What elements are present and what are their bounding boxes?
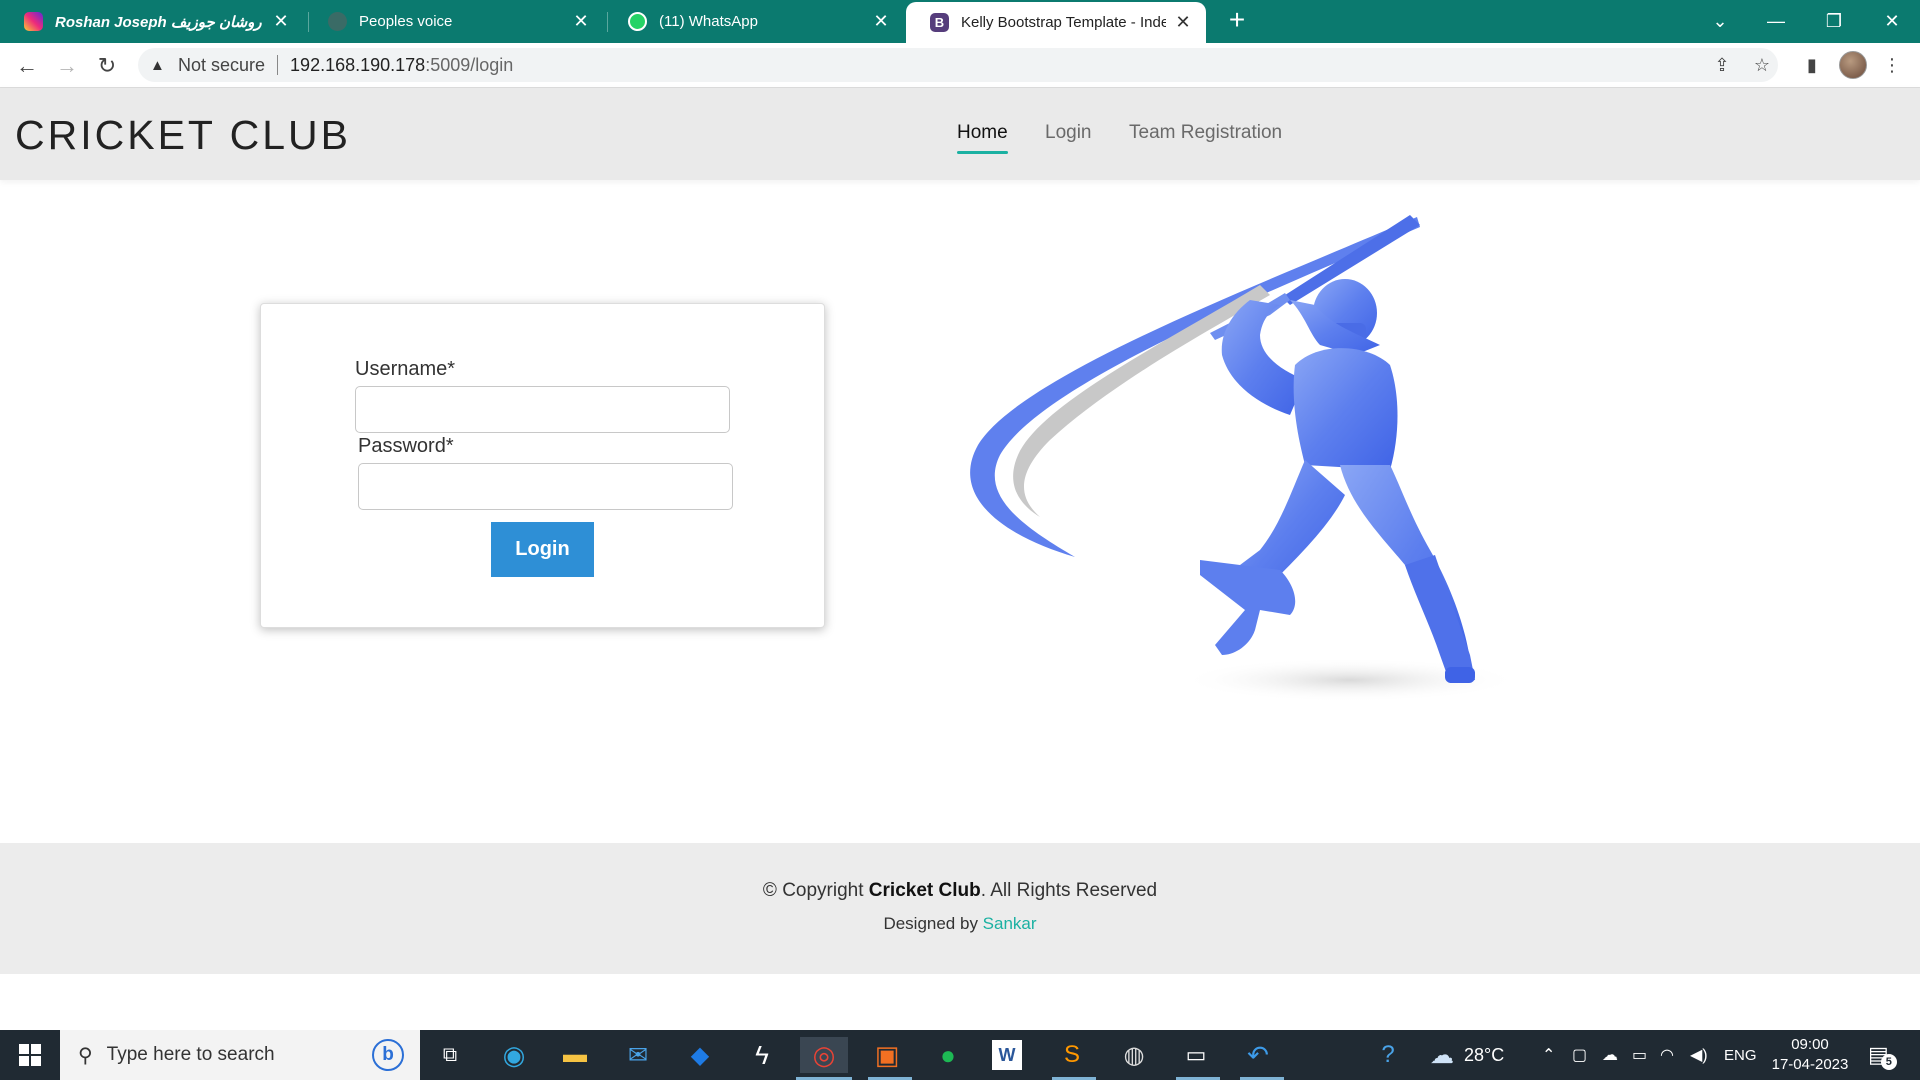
copyright-suffix: . All Rights Reserved: [980, 880, 1158, 901]
help-icon[interactable]: ?: [1370, 1037, 1406, 1073]
restore-button[interactable]: ❐: [1806, 0, 1862, 43]
username-input[interactable]: [355, 386, 730, 433]
cricket-batsman-illustration: [970, 215, 1520, 702]
divider: [277, 55, 279, 75]
tab-whatsapp[interactable]: (11) WhatsApp ✕: [604, 0, 904, 43]
security-label[interactable]: Not secure: [178, 55, 265, 76]
credits-text: Designed by Sankar: [0, 914, 1920, 934]
nav-home[interactable]: Home: [957, 122, 1008, 154]
arm-left: [1221, 300, 1305, 415]
login-submit-button[interactable]: Login: [491, 522, 594, 577]
browser-toolbar: ← → ↻ ▲ Not secure 192.168.190.178 :5009…: [0, 43, 1920, 88]
close-icon[interactable]: ✕: [570, 11, 592, 32]
cloud-icon: ☁: [1430, 1041, 1454, 1069]
wifi-icon[interactable]: ◠: [1660, 1030, 1674, 1080]
dropbox-icon[interactable]: ◆: [682, 1037, 718, 1073]
password-label: Password*: [358, 435, 454, 457]
designer-link[interactable]: Sankar: [983, 914, 1037, 933]
tab-instagram[interactable]: Roshan Joseph روشان جوزيف 🤍 ✕: [0, 0, 304, 43]
word-icon[interactable]: W: [992, 1040, 1022, 1070]
tab-peoples-voice[interactable]: Peoples voice ✕: [304, 0, 604, 43]
url-path: :5009/login: [425, 54, 514, 75]
clock-time: 09:00: [1791, 1036, 1829, 1053]
sublime-text-icon[interactable]: S: [1054, 1037, 1090, 1073]
tray-chevron-icon[interactable]: ⌃: [1542, 1030, 1555, 1080]
profile-avatar[interactable]: [1839, 51, 1867, 79]
tab-search-icon[interactable]: ⌄: [1692, 0, 1748, 43]
whatsapp-icon: [628, 12, 647, 31]
torso: [1293, 348, 1398, 470]
media-player-icon[interactable]: ◍: [1116, 1037, 1152, 1073]
globe-icon: [328, 12, 347, 31]
site-header: CRICKET CLUB Home Login Team Registratio…: [0, 88, 1920, 180]
app-bolt-icon[interactable]: ϟ: [744, 1037, 780, 1073]
mail-icon[interactable]: ✉: [620, 1037, 656, 1073]
password-input[interactable]: [358, 463, 733, 510]
clock-date: 17-04-2023: [1771, 1056, 1849, 1073]
close-icon[interactable]: ✕: [870, 11, 892, 32]
chrome-icon[interactable]: ◎: [800, 1037, 848, 1073]
weather-temp: 28°C: [1464, 1044, 1505, 1065]
tab-title: (11) WhatsApp: [659, 13, 758, 30]
url-host: 192.168.190.178: [290, 54, 426, 75]
windows-taskbar: ⚲ Type here to search b ⧉ ◉ ▬ ✉ ◆ ϟ ◎ ▣ …: [0, 1030, 1920, 1080]
battery-icon[interactable]: ▭: [1632, 1030, 1647, 1080]
weather-widget[interactable]: ☁ 28°C: [1430, 1030, 1504, 1080]
leg-back: [1240, 460, 1345, 585]
search-icon: ⚲: [78, 1044, 93, 1067]
address-bar[interactable]: ▲ Not secure 192.168.190.178 :5009/login: [138, 48, 1778, 82]
task-view-icon[interactable]: ⧉: [432, 1037, 468, 1073]
search-placeholder: Type here to search: [106, 1044, 275, 1065]
minimize-button[interactable]: —: [1748, 0, 1804, 43]
file-explorer-icon[interactable]: ▬: [557, 1037, 593, 1073]
browser-tab-bar: Roshan Joseph روشان جوزيف 🤍 ✕ Peoples vo…: [0, 0, 1920, 43]
menu-kebab-icon[interactable]: ⋮: [1876, 51, 1908, 79]
tab-title: Kelly Bootstrap Template - Index: [961, 14, 1166, 31]
notification-count: 5: [1880, 1054, 1897, 1070]
volume-icon[interactable]: ◀): [1690, 1030, 1708, 1080]
site-footer: © Copyright Cricket Club. All Rights Res…: [0, 843, 1920, 974]
notification-center-icon[interactable]: ▤ 5: [1868, 1030, 1897, 1080]
copyright-brand: Cricket Club: [868, 880, 981, 901]
copyright-text: © Copyright Cricket Club. All Rights Res…: [0, 880, 1920, 902]
tab-title: Peoples voice: [359, 13, 453, 30]
login-form-card: Username* Password* Login: [260, 303, 825, 628]
windows-start-icon[interactable]: [0, 1030, 60, 1080]
copyright-prefix: © Copyright: [762, 880, 869, 901]
clock[interactable]: 09:00 17-04-2023: [1770, 1030, 1850, 1080]
close-icon[interactable]: ✕: [270, 11, 292, 32]
tab-kelly-bootstrap[interactable]: B Kelly Bootstrap Template - Index ✕: [906, 2, 1206, 43]
nav-team-registration[interactable]: Team Registration: [1129, 122, 1282, 144]
tab-title: Roshan Joseph روشان جوزيف 🤍: [55, 13, 264, 31]
cloud-sync-icon[interactable]: ☁: [1602, 1030, 1618, 1080]
warning-icon[interactable]: ▲: [150, 57, 170, 74]
close-icon[interactable]: ✕: [1172, 12, 1194, 33]
terminal-icon[interactable]: ▭: [1178, 1037, 1214, 1073]
bing-icon[interactable]: b: [372, 1039, 404, 1071]
bookmark-star-icon[interactable]: ☆: [1746, 51, 1778, 79]
pad-back: [1200, 560, 1296, 655]
forward-icon[interactable]: →: [51, 50, 83, 82]
back-icon[interactable]: ←: [11, 50, 43, 82]
instagram-icon: [24, 12, 43, 31]
xampp-icon[interactable]: ▣: [869, 1037, 905, 1073]
reload-icon[interactable]: ↻: [91, 50, 123, 82]
side-panel-icon[interactable]: ▮: [1796, 51, 1828, 79]
edge-icon[interactable]: ◉: [496, 1037, 532, 1073]
new-tab-button[interactable]: +: [1222, 4, 1252, 36]
spotify-icon[interactable]: ●: [930, 1037, 966, 1073]
designed-prefix: Designed by: [883, 914, 983, 933]
shoe-front: [1445, 667, 1475, 683]
share-icon[interactable]: ⇪: [1706, 51, 1738, 79]
nav-login[interactable]: Login: [1045, 122, 1092, 144]
site-logo[interactable]: CRICKET CLUB: [15, 112, 351, 159]
language-indicator[interactable]: ENG: [1724, 1030, 1757, 1080]
username-label: Username*: [355, 358, 456, 380]
bootstrap-icon: B: [930, 13, 949, 32]
meet-icon[interactable]: ▢: [1572, 1030, 1587, 1080]
app-dolphin-icon[interactable]: ↶: [1240, 1037, 1276, 1073]
close-window-button[interactable]: ✕: [1864, 0, 1920, 43]
taskbar-search[interactable]: ⚲ Type here to search b: [60, 1030, 420, 1080]
